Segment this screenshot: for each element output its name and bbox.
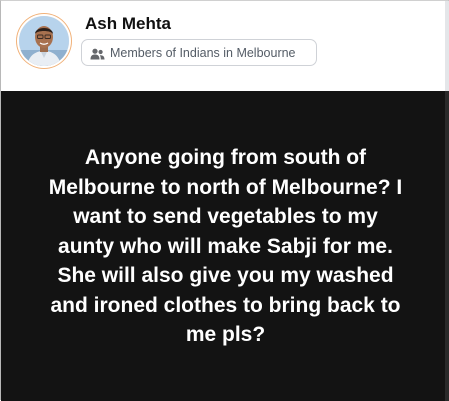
- scrollbar-track[interactable]: [445, 1, 449, 91]
- post-text-line: aunty who will make Sabji for me.: [58, 234, 393, 258]
- author-avatar[interactable]: [19, 16, 69, 66]
- post-text-line: Melbourne to north of Melbourne? I: [48, 175, 403, 199]
- group-members-chip[interactable]: Members of Indians in Melbourne: [81, 39, 317, 66]
- post-body: Anyone going from south of Melbourne to …: [1, 91, 449, 401]
- post-header: Ash Mehta Members of Indians in Melbourn…: [1, 1, 449, 91]
- post-text-line: me pls?: [185, 323, 266, 346]
- author-name[interactable]: Ash Mehta: [85, 14, 171, 34]
- post-text: Anyone going from south of Melbourne to …: [31, 143, 420, 350]
- members-icon: [90, 47, 105, 59]
- post-card: Ash Mehta Members of Indians in Melbourn…: [0, 0, 449, 401]
- avatar-photo-icon: [19, 16, 69, 66]
- post-text-line: She will also give you my washed: [57, 264, 394, 287]
- post-text-line: and ironed clothes to bring back to: [50, 293, 401, 317]
- group-chip-label: Members of Indians in Melbourne: [110, 45, 296, 60]
- post-text-line: want to send vegetables to my: [73, 205, 378, 228]
- post-text-line: Anyone going from south of: [84, 146, 367, 169]
- scrollbar-track[interactable]: [445, 91, 449, 401]
